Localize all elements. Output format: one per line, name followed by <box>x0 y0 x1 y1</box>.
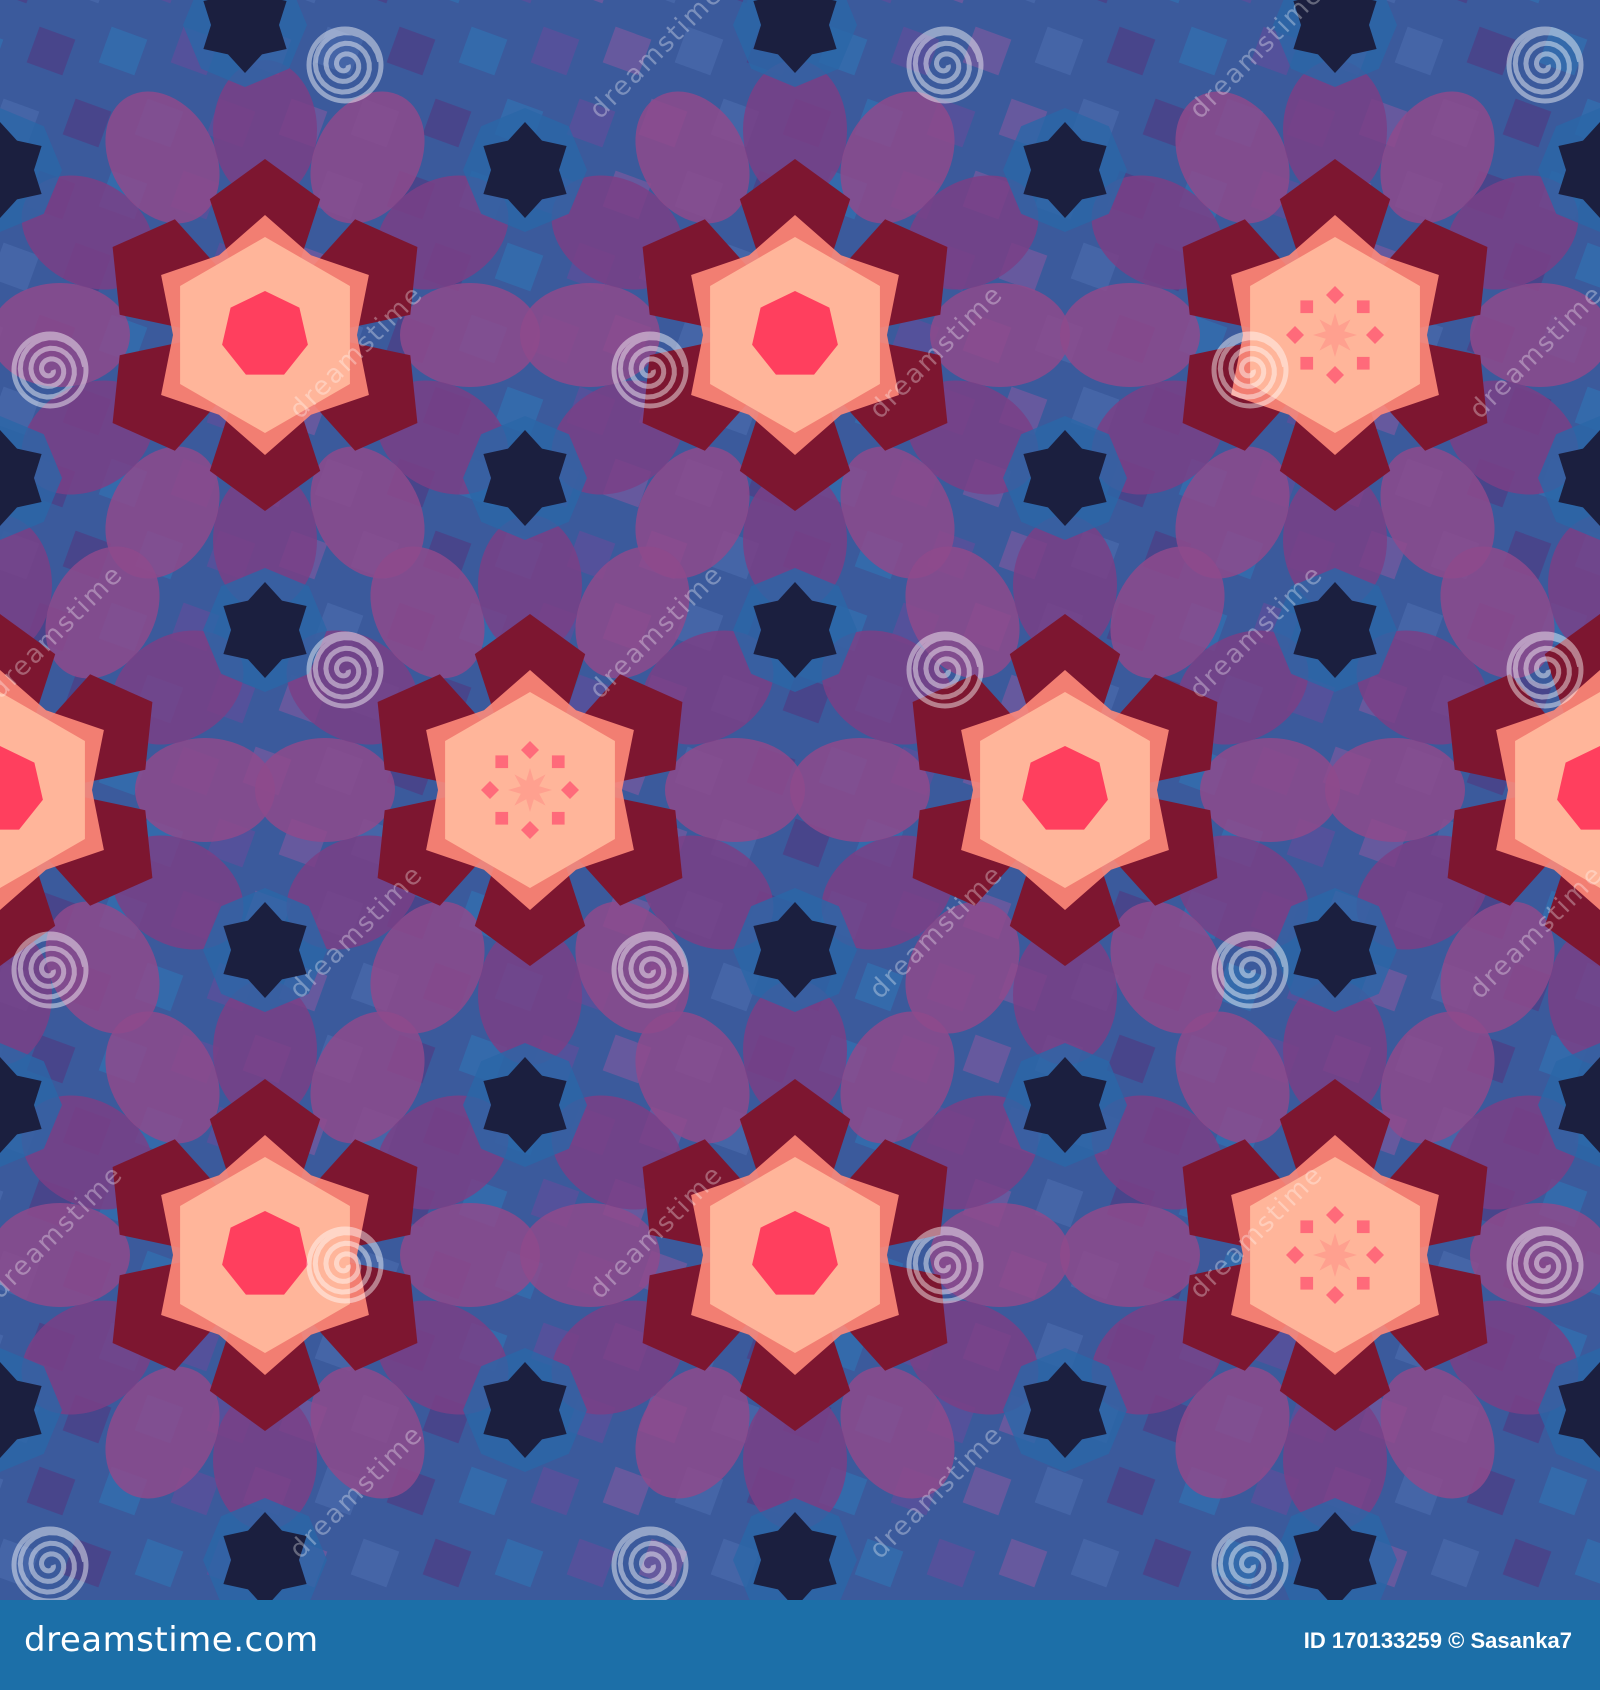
coral-ring-dot <box>1300 300 1314 314</box>
coral-ring-dot <box>495 811 509 825</box>
purple-petal <box>1060 1203 1200 1307</box>
kaleidoscope-pattern-image: dreamstime dreamstime dreamstime dreamstime… <box>0 0 1600 1600</box>
ring-center-star <box>1313 1233 1357 1277</box>
purple-petal <box>1200 738 1340 842</box>
flower-medallions <box>0 60 1600 1530</box>
coral-ring-dot <box>551 811 565 825</box>
purple-petal <box>790 738 930 842</box>
purple-petal <box>135 738 275 842</box>
footer-brand-text[interactable]: dreamstime.com <box>24 1620 319 1660</box>
coral-ring-dot <box>495 755 509 769</box>
coral-ring-dot <box>1356 1220 1370 1234</box>
coral-ring-dot <box>1300 1220 1314 1234</box>
coral-ring-dot <box>551 755 565 769</box>
purple-petal <box>1060 283 1200 387</box>
coral-ring-dot <box>1356 356 1370 370</box>
footer-image-id-text: ID 170133259 © Sasanka7 <box>1303 1628 1572 1653</box>
coral-ring-dot <box>1300 1276 1314 1290</box>
footer-bar: dreamstime.com ID 170133259 © Sasanka7 <box>0 1600 1600 1690</box>
pattern-svg: dreamstime dreamstimedreamstime dreamstime… <box>0 0 1600 1600</box>
coral-ring-dot <box>1356 1276 1370 1290</box>
purple-petal <box>665 738 805 842</box>
coral-ring-dot <box>1300 356 1314 370</box>
ring-center-star <box>1313 313 1357 357</box>
purple-petal <box>1325 738 1465 842</box>
purple-petal <box>400 1203 540 1307</box>
ring-center-star <box>508 768 552 812</box>
coral-ring-dot <box>1356 300 1370 314</box>
purple-petal <box>255 738 395 842</box>
